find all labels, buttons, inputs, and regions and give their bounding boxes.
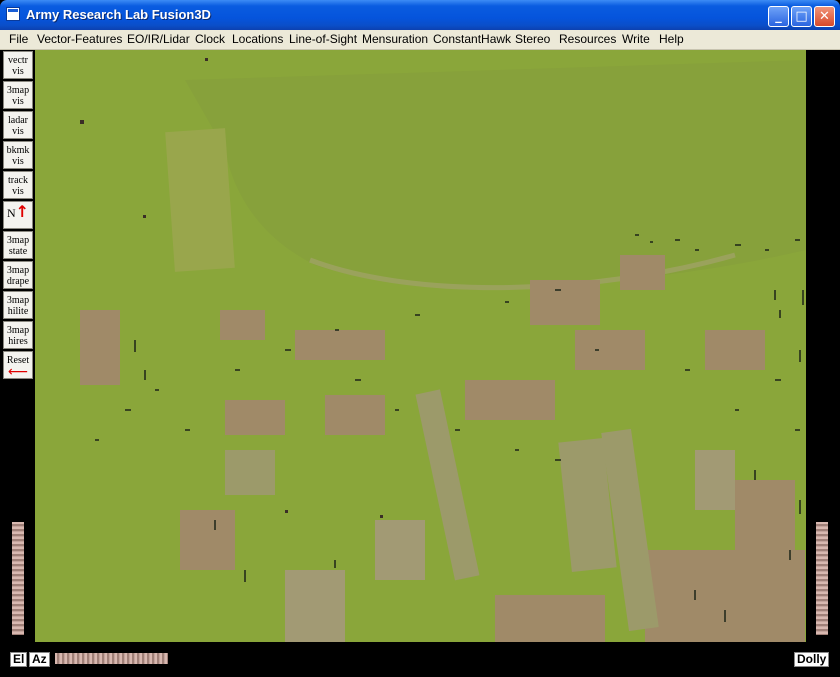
button-label: 3map xyxy=(6,295,30,306)
3map-drape-button[interactable]: 3map drape xyxy=(3,261,33,289)
button-label: hires xyxy=(8,336,28,347)
menu-clock[interactable]: Clock xyxy=(195,32,225,46)
button-label: track xyxy=(8,175,28,186)
terrain-render xyxy=(35,50,806,642)
button-label: 3map xyxy=(6,265,30,276)
menu-resources[interactable]: Resources xyxy=(559,32,616,46)
menu-stereo[interactable]: Stereo xyxy=(515,32,550,46)
menu-help[interactable]: Help xyxy=(659,32,684,46)
button-label: 3map xyxy=(6,235,30,246)
minimize-button[interactable]: _ xyxy=(768,6,789,27)
app-icon xyxy=(6,7,20,21)
button-label: state xyxy=(8,246,28,257)
menu-bar: File Vector-Features EO/IR/Lidar Clock L… xyxy=(0,30,840,50)
left-arrow-icon: ⟵ xyxy=(7,364,29,380)
button-label: N xyxy=(6,206,16,220)
close-button[interactable]: ✕ xyxy=(814,6,835,27)
maximize-button[interactable]: □ xyxy=(791,6,812,27)
title-bar[interactable]: Army Research Lab Fusion3D _ □ ✕ xyxy=(0,0,840,30)
menu-constanthawk[interactable]: ConstantHawk xyxy=(433,32,511,46)
az-label: Az xyxy=(29,652,50,667)
3map-vis-button[interactable]: 3map vis xyxy=(3,81,33,109)
north-arrow-icon: ↑ xyxy=(15,202,30,221)
app-window: Army Research Lab Fusion3D _ □ ✕ File Ve… xyxy=(0,0,840,677)
3map-hires-button[interactable]: 3map hires xyxy=(3,321,33,349)
bkmk-vis-button[interactable]: bkmk vis xyxy=(3,141,33,169)
button-label: vis xyxy=(12,156,24,167)
3map-hilite-button[interactable]: 3map hilite xyxy=(3,291,33,319)
menu-locations[interactable]: Locations xyxy=(232,32,283,46)
vectr-vis-button[interactable]: vectr vis xyxy=(3,51,33,79)
3map-state-button[interactable]: 3map state xyxy=(3,231,33,259)
ladar-vis-button[interactable]: ladar vis xyxy=(3,111,33,139)
window-title: Army Research Lab Fusion3D xyxy=(26,7,211,22)
menu-file[interactable]: File xyxy=(9,32,28,46)
menu-mensuration[interactable]: Mensuration xyxy=(362,32,428,46)
button-label: drape xyxy=(6,276,30,287)
button-label: bkmk xyxy=(6,145,30,156)
el-label: El xyxy=(10,652,28,667)
button-label: vis xyxy=(12,186,24,197)
track-vis-button[interactable]: track vis xyxy=(3,171,33,199)
elevation-slider[interactable] xyxy=(12,522,24,635)
button-label: 3map xyxy=(6,325,30,336)
reset-button[interactable]: Reset ⟵ xyxy=(3,351,33,379)
button-label: hilite xyxy=(7,306,29,317)
button-label: vectr xyxy=(8,55,28,66)
3d-map-viewport[interactable] xyxy=(35,50,806,642)
azimuth-slider[interactable] xyxy=(55,653,168,664)
menu-vector-features[interactable]: Vector-Features xyxy=(37,32,122,46)
button-label: vis xyxy=(12,126,24,137)
button-label: vis xyxy=(12,96,24,107)
menu-write[interactable]: Write xyxy=(622,32,650,46)
button-label: vis xyxy=(12,66,24,77)
menu-eo-ir-lidar[interactable]: EO/IR/Lidar xyxy=(127,32,190,46)
dolly-slider[interactable] xyxy=(816,522,828,635)
button-label: ladar xyxy=(8,115,28,126)
north-button[interactable]: N↑ xyxy=(3,201,33,229)
menu-line-of-sight[interactable]: Line-of-Sight xyxy=(289,32,357,46)
dolly-label: Dolly xyxy=(794,652,830,667)
button-label: 3map xyxy=(6,85,30,96)
